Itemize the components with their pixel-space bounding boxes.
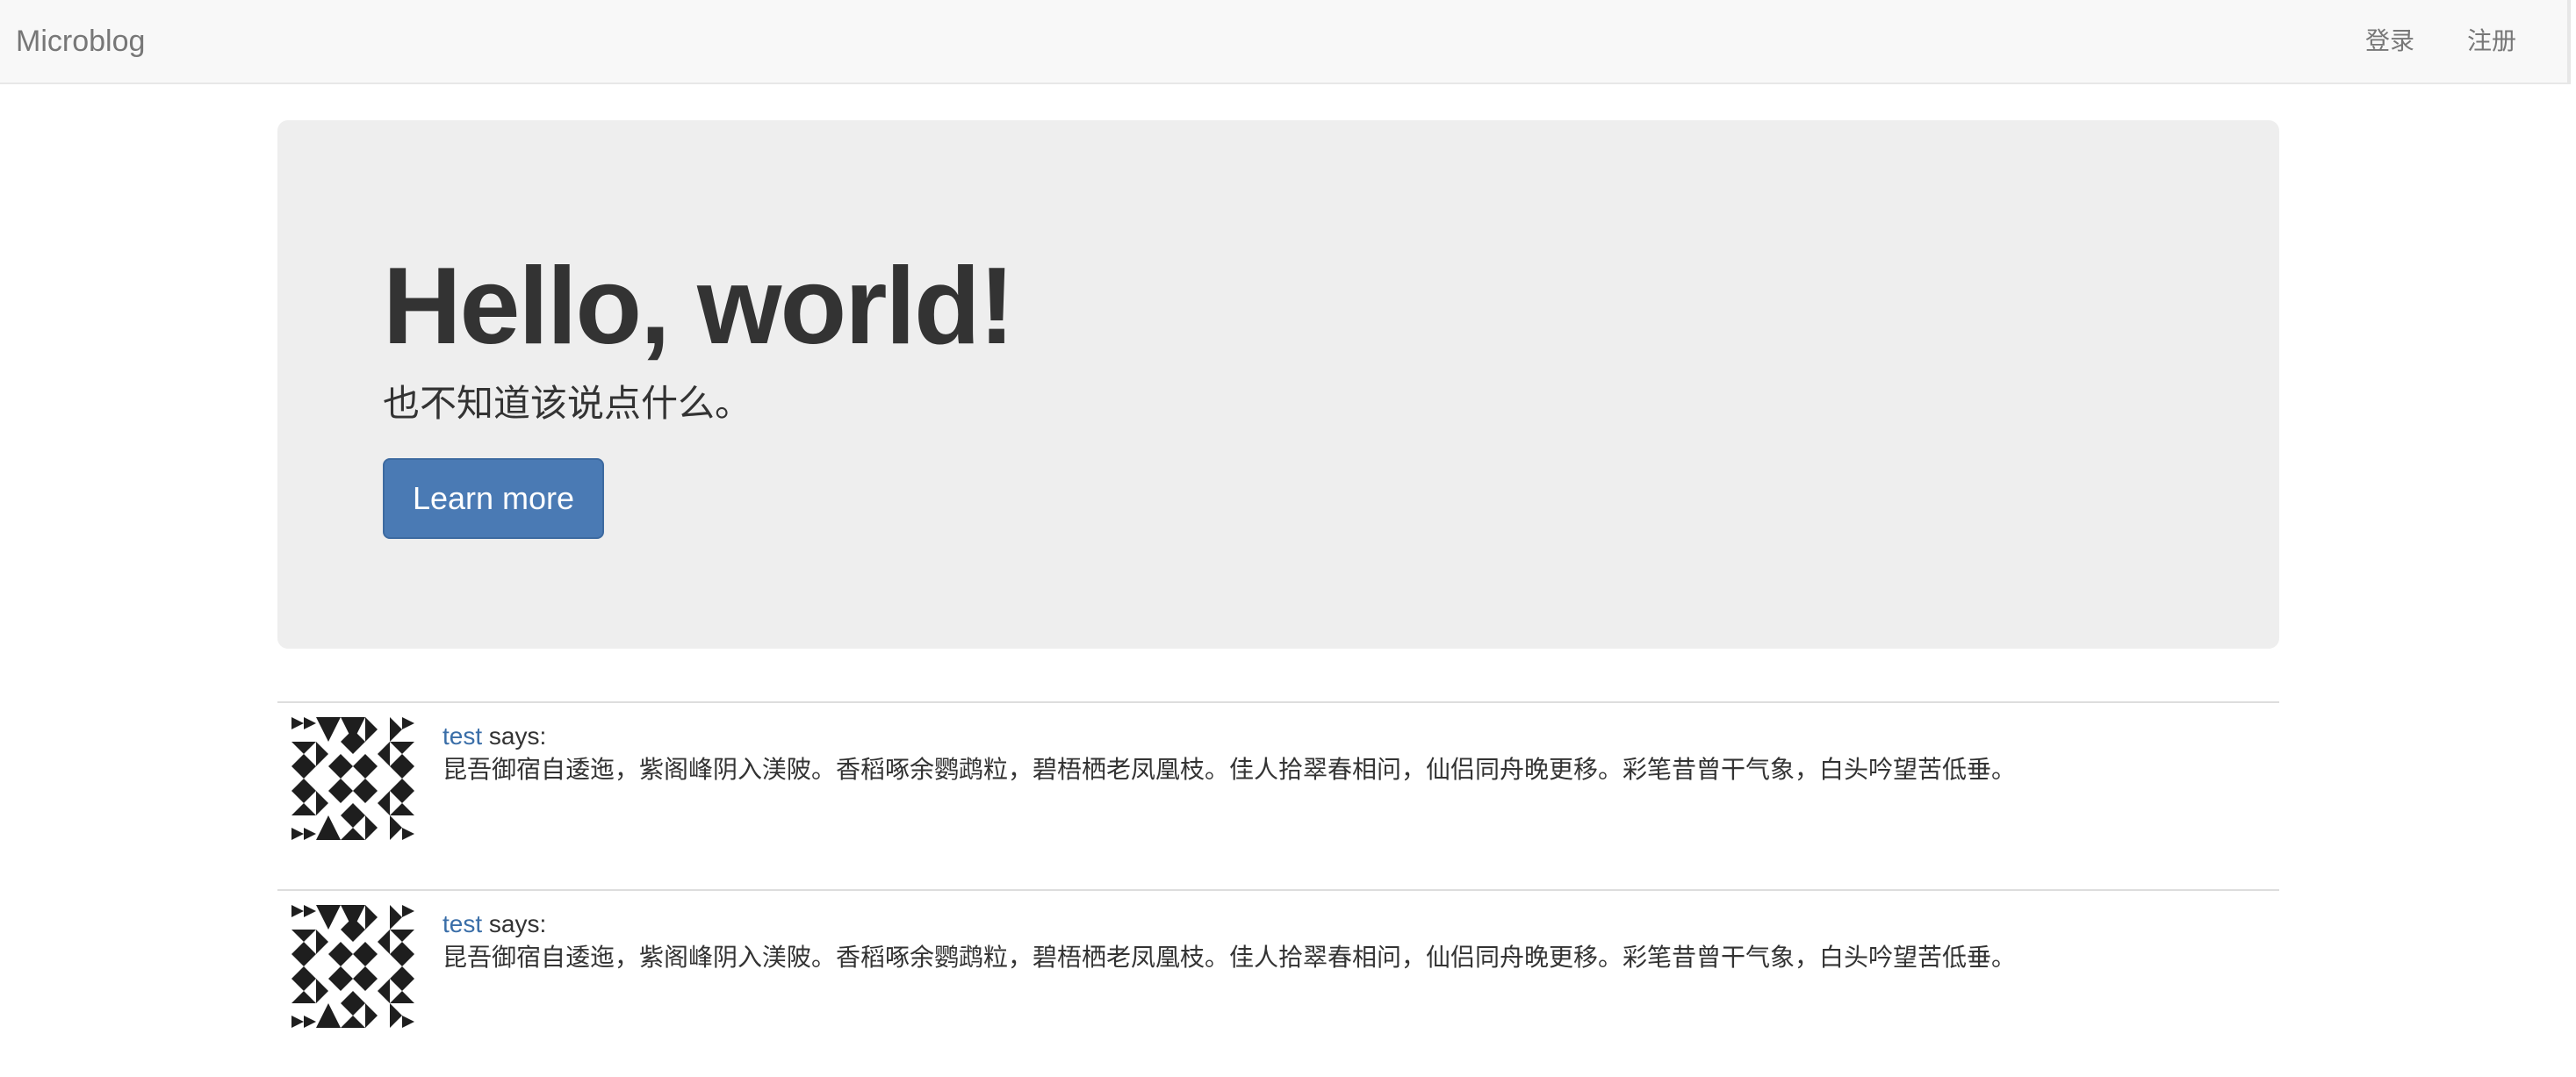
post-body: 昆吾御宿自逶迤，紫阁峰阴入渼陂。香稻啄余鹦鹉粒，碧梧栖老凤凰枝。佳人拾翠春相问，… <box>443 944 2017 971</box>
login-link[interactable]: 登录 <box>2365 0 2414 83</box>
jumbotron-title: Hello, world! <box>383 246 1015 367</box>
jumbotron: Hello, world! 也不知道该说点什么。 Learn more <box>277 120 2279 649</box>
top-navbar: Microblog 登录 注册 <box>0 0 2571 84</box>
post-header: test says: <box>443 719 546 754</box>
brand-link[interactable]: Microblog <box>16 0 145 83</box>
post-author-link[interactable]: test <box>443 910 482 937</box>
identicon-avatar[interactable] <box>291 717 414 840</box>
post-header: test says: <box>443 907 546 942</box>
register-link[interactable]: 注册 <box>2467 0 2516 83</box>
identicon-avatar[interactable] <box>291 905 414 1028</box>
navbar-right-links: 登录 注册 <box>2313 0 2516 83</box>
post-says-label: says: <box>482 722 547 750</box>
post-author-link[interactable]: test <box>443 722 482 750</box>
jumbotron-subtitle: 也不知道该说点什么。 <box>383 383 752 424</box>
learn-more-button[interactable]: Learn more <box>383 458 604 539</box>
post-item: test says: 昆吾御宿自逶迤，紫阁峰阴入渼陂。香稻啄余鹦鹉粒，碧梧栖老凤… <box>277 701 2279 889</box>
post-item: test says: 昆吾御宿自逶迤，紫阁峰阴入渼陂。香稻啄余鹦鹉粒，碧梧栖老凤… <box>277 889 2279 1077</box>
post-body: 昆吾御宿自逶迤，紫阁峰阴入渼陂。香稻啄余鹦鹉粒，碧梧栖老凤凰枝。佳人拾翠春相问，… <box>443 756 2017 783</box>
post-says-label: says: <box>482 910 547 937</box>
